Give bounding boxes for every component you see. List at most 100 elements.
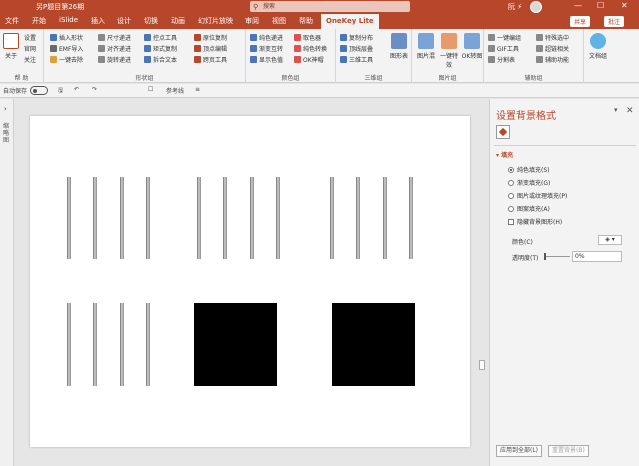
gray-bar[interactable]: [120, 303, 124, 386]
autosave-toggle[interactable]: [30, 86, 48, 95]
3d-tools-button[interactable]: 三维工具: [340, 55, 373, 64]
tab-animations[interactable]: 动画: [171, 16, 185, 26]
inplace-copy-button[interactable]: 原位复制: [194, 33, 227, 42]
top-stack-button[interactable]: 顶线层叠: [340, 44, 373, 53]
search-box[interactable]: ⚲ 搜索: [250, 1, 410, 12]
radio[interactable]: [508, 180, 514, 186]
gray-bar[interactable]: [356, 177, 360, 259]
restore-button[interactable]: ☐: [597, 1, 604, 10]
gray-bar[interactable]: [223, 177, 227, 259]
apply-to-all-button[interactable]: 应用到全部(L): [496, 445, 543, 457]
scroll-thumb[interactable]: [479, 360, 485, 370]
radio[interactable]: [508, 206, 514, 212]
black-square[interactable]: [194, 303, 277, 386]
gray-bar[interactable]: [146, 177, 150, 259]
redo-icon[interactable]: ↷: [92, 86, 97, 93]
transparency-input[interactable]: 0%: [572, 251, 622, 262]
shape-table-button[interactable]: 图形表: [388, 33, 410, 60]
checkbox[interactable]: [508, 219, 514, 225]
user-name[interactable]: 阮 ⚡: [508, 2, 522, 12]
one-click-remove-button[interactable]: 一键去除: [50, 55, 83, 64]
control-point-button[interactable]: 控点工具: [144, 33, 177, 42]
hyperlink-button[interactable]: 超链相关: [536, 44, 569, 53]
one-click-effect-button[interactable]: 一键特效: [438, 33, 460, 69]
slide[interactable]: [30, 116, 470, 447]
tab-file[interactable]: 文件: [5, 16, 19, 26]
one-click-group-button[interactable]: 一键编组: [488, 33, 521, 42]
tab-insert[interactable]: 插入: [91, 16, 105, 26]
reset-background-button[interactable]: 重置背景(B): [548, 445, 589, 457]
gray-bar[interactable]: [383, 177, 387, 259]
radio-selected[interactable]: [508, 167, 514, 173]
avatar[interactable]: [530, 1, 542, 13]
thumbnail-pane[interactable]: › 缩略图: [0, 99, 14, 466]
customize-qat-icon[interactable]: ≡: [195, 86, 200, 93]
expand-pane-icon[interactable]: ›: [4, 105, 7, 113]
vertical-scrollbar[interactable]: [478, 116, 486, 447]
split-text-button[interactable]: 拆合文本: [144, 55, 177, 64]
vertex-edit-button[interactable]: 顶点编辑: [194, 44, 227, 53]
follow-button[interactable]: 关注: [24, 55, 36, 64]
share-button[interactable]: 共享: [570, 16, 591, 27]
color-dropdown[interactable]: ◈ ▾: [598, 235, 622, 245]
tab-transitions[interactable]: 切换: [144, 16, 158, 26]
solid-step-button[interactable]: 纯色递进: [250, 33, 283, 42]
tab-review[interactable]: 审阅: [245, 16, 259, 26]
pane-options-icon[interactable]: ▾: [614, 106, 618, 114]
gray-bar[interactable]: [67, 303, 71, 386]
gif-tools-button[interactable]: GIF工具: [488, 44, 519, 53]
gray-bar[interactable]: [330, 177, 334, 259]
gradient-fill-option[interactable]: 渐变填充(G): [508, 178, 550, 187]
split-table-button[interactable]: 分割表: [488, 55, 515, 64]
tab-design[interactable]: 设计: [117, 16, 131, 26]
solid-convert-button[interactable]: 纯色转换: [294, 44, 327, 53]
save-icon[interactable]: 🖫: [58, 86, 63, 96]
gray-bar[interactable]: [67, 177, 71, 259]
settings-button[interactable]: 设置: [24, 33, 36, 42]
image-mix-button[interactable]: 图片混: [415, 33, 437, 60]
align-step-button[interactable]: 对齐递进: [98, 44, 131, 53]
pattern-fill-option[interactable]: 图案填充(A): [508, 204, 550, 213]
slider-knob[interactable]: [544, 253, 546, 260]
copy-distribute-button[interactable]: 复制分布: [340, 33, 373, 42]
fill-tab-icon[interactable]: [496, 125, 510, 139]
tab-islide[interactable]: iSlide: [59, 16, 78, 24]
aux-functions-button[interactable]: 辅助功能: [536, 55, 569, 64]
emf-import-button[interactable]: EMF导入: [50, 44, 83, 53]
color-picker-button[interactable]: 取色器: [294, 33, 321, 42]
gray-bar[interactable]: [146, 303, 150, 386]
ok-hat-button[interactable]: OK神帽: [294, 55, 324, 64]
ok-convert-image-button[interactable]: OK转图: [461, 33, 483, 60]
fill-section-header[interactable]: ▾ 填充: [496, 150, 513, 159]
website-button[interactable]: 官网: [24, 44, 36, 53]
undo-icon[interactable]: ↶: [74, 86, 79, 93]
gray-bar[interactable]: [93, 303, 97, 386]
special-select-button[interactable]: 特殊选中: [536, 33, 569, 42]
gray-bar[interactable]: [409, 177, 413, 259]
comment-button[interactable]: 批注: [604, 16, 625, 27]
gray-bar[interactable]: [120, 177, 124, 259]
tab-slideshow[interactable]: 幻灯片放映: [198, 16, 233, 26]
radio[interactable]: [508, 193, 514, 199]
matrix-copy-button[interactable]: 矩式复制: [144, 44, 177, 53]
gray-bar[interactable]: [93, 177, 97, 259]
tab-onekey-lite[interactable]: OneKey Lite: [321, 14, 379, 29]
tab-home[interactable]: 开始: [32, 16, 46, 26]
rotate-step-button[interactable]: 旋转递进: [98, 55, 131, 64]
solid-fill-option[interactable]: 纯色填充(S): [508, 165, 550, 174]
close-pane-icon[interactable]: ✕: [626, 106, 634, 116]
tab-help[interactable]: 帮助: [299, 16, 313, 26]
tab-view[interactable]: 视图: [272, 16, 286, 26]
show-color-value-button[interactable]: 显示色值: [250, 55, 283, 64]
gray-bar[interactable]: [276, 177, 280, 259]
guide-checkbox[interactable]: ☐: [148, 86, 153, 93]
close-button[interactable]: ✕: [621, 1, 628, 10]
gray-bar[interactable]: [250, 177, 254, 259]
black-square[interactable]: [332, 303, 415, 386]
document-group-button[interactable]: 文档组: [588, 33, 608, 60]
minimize-button[interactable]: —: [574, 1, 582, 10]
transparency-slider[interactable]: [544, 253, 570, 260]
picture-fill-option[interactable]: 图片或纹理填充(P): [508, 191, 567, 200]
hide-background-option[interactable]: 隐藏背景图形(H): [508, 217, 562, 226]
about-button[interactable]: 关于: [3, 33, 19, 60]
